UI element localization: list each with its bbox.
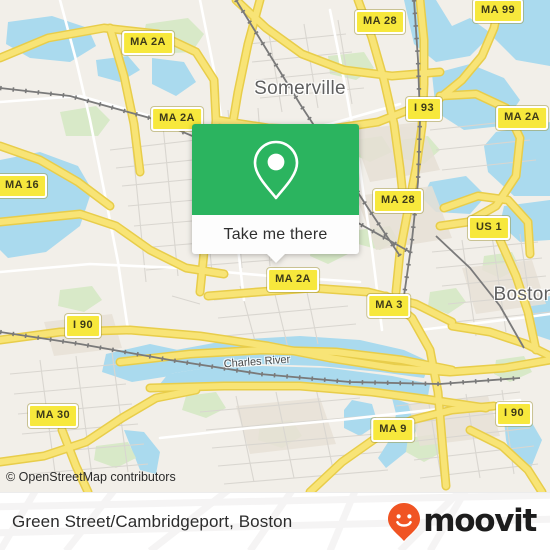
road-shield: I 90	[65, 314, 101, 338]
map-pin-icon	[253, 140, 298, 199]
road-shield: MA 28	[355, 10, 405, 34]
moovit-wordmark: moovit	[423, 503, 537, 539]
road-shield: I 93	[406, 97, 442, 121]
take-me-there-button[interactable]: Take me there	[192, 215, 359, 263]
place-label-boston: Boston	[493, 284, 550, 305]
road-shield: MA 2A	[122, 31, 174, 55]
map-canvas[interactable]: MA 2A MA 28 MA 99 I 93 MA 2A MA 2A MA 16…	[0, 0, 550, 492]
moovit-station-map-screen: MA 2A MA 28 MA 99 I 93 MA 2A MA 2A MA 16…	[0, 0, 550, 550]
osm-attribution[interactable]: © OpenStreetMap contributors	[6, 470, 176, 484]
page-title: Green Street/Cambridgeport, Boston	[12, 511, 293, 531]
road-shield: MA 28	[373, 189, 423, 213]
road-shield: MA 16	[0, 174, 47, 198]
road-shield: MA 30	[28, 404, 78, 428]
moovit-smiley-pin-icon	[388, 502, 421, 541]
moovit-brand-logo[interactable]: moovit	[387, 502, 537, 542]
road-shield: MA 99	[473, 0, 523, 23]
road-shield: US 1	[467, 216, 511, 240]
road-shield: MA 2A	[496, 106, 548, 130]
road-shield: MA 2A	[267, 268, 319, 292]
road-shield: MA 9	[371, 418, 415, 442]
callout-pin-area	[192, 124, 359, 215]
station-callout-card[interactable]: Take me there	[192, 124, 359, 263]
place-label-somerville: Somerville	[254, 78, 346, 99]
road-shield: I 90	[496, 402, 532, 426]
footer-bar: Green Street/Cambridgeport, Boston moovi…	[0, 492, 550, 550]
take-me-there-label: Take me there	[223, 225, 328, 243]
road-shield: MA 3	[367, 294, 411, 318]
callout-tail	[266, 254, 285, 263]
